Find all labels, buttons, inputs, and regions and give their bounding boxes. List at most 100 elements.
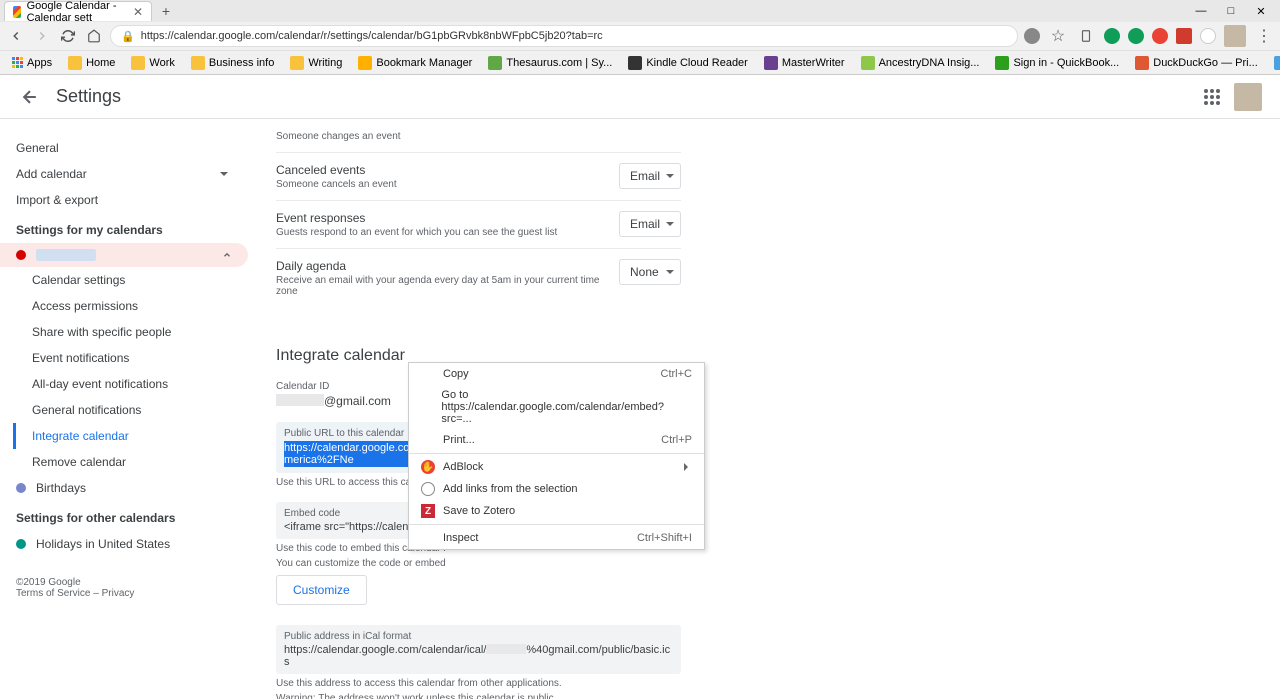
notif-sub: Receive an email with your agenda every … (276, 275, 619, 297)
reload-button[interactable] (58, 26, 78, 46)
eye-icon[interactable] (1024, 28, 1040, 44)
my-calendars-heading: Settings for my calendars (0, 213, 256, 243)
folder-icon (191, 56, 205, 70)
ctx-menu-item[interactable]: Print... Ctrl+P (409, 429, 704, 451)
bookmark-label: Thesaurus.com | Sy... (506, 57, 612, 69)
ctx-menu-item[interactable]: InspectCtrl+Shift+I (409, 527, 704, 549)
bookmark-label: Kindle Cloud Reader (646, 57, 748, 69)
calendar-color-dot (16, 250, 26, 260)
favicon-icon (13, 6, 21, 18)
holidays-calendar[interactable]: Holidays in United States (0, 531, 248, 557)
bookmark-item[interactable]: Apps (6, 55, 58, 71)
ctx-menu-item[interactable]: ZSave to Zotero (409, 500, 704, 522)
settings-back-button[interactable] (18, 85, 42, 109)
sidebar-general[interactable]: General (0, 135, 248, 161)
sidebar-sub-item[interactable]: General notifications (13, 397, 256, 423)
account-avatar[interactable] (1234, 83, 1262, 111)
browser-tab[interactable]: Google Calendar - Calendar sett ✕ (4, 1, 152, 21)
my-calendar-item[interactable] (0, 243, 248, 267)
page-icon[interactable] (1076, 26, 1096, 46)
ctx-label: Copy (443, 368, 469, 380)
bookmark-item[interactable]: Is it up? (1268, 54, 1280, 72)
star-icon[interactable]: ☆ (1048, 26, 1068, 46)
notif-select[interactable]: Email (619, 163, 681, 189)
bookmarks-bar: AppsHomeWork Business infoWritingBookmark… (0, 50, 1280, 74)
ext-icon-5[interactable] (1200, 28, 1216, 44)
notif-title: Event responses (276, 211, 619, 225)
site-icon (764, 56, 778, 70)
folder-icon (290, 56, 304, 70)
bookmark-item[interactable]: Bookmark Manager (352, 54, 478, 72)
ext-icon-2[interactable] (1128, 28, 1144, 44)
maximize-button[interactable]: □ (1216, 1, 1246, 21)
bookmark-item[interactable]: AncestryDNA Insig... (855, 54, 986, 72)
bookmark-label: MasterWriter (782, 57, 845, 69)
forward-button[interactable] (32, 26, 52, 46)
customize-button[interactable]: Customize (276, 575, 367, 605)
menu-icon[interactable]: ⋮ (1254, 26, 1274, 46)
bookmark-item[interactable]: Kindle Cloud Reader (622, 54, 754, 72)
ext-icon-1[interactable] (1104, 28, 1120, 44)
sidebar-sub-item[interactable]: Share with specific people (13, 319, 256, 345)
folder-icon (131, 56, 145, 70)
close-tab-icon[interactable]: ✕ (133, 5, 143, 19)
url-text: https://calendar.google.com/calendar/r/s… (141, 30, 603, 42)
url-field[interactable]: 🔒 https://calendar.google.com/calendar/r… (110, 25, 1018, 47)
profile-avatar[interactable] (1224, 25, 1246, 47)
ext-icon-3[interactable] (1152, 28, 1168, 44)
ctx-menu-item[interactable]: Add links from the selection (409, 478, 704, 500)
minimize-button[interactable]: — (1186, 1, 1216, 21)
ctx-label: Print... (443, 434, 475, 446)
bookmark-item[interactable]: Home (62, 54, 121, 72)
address-bar-icons: ☆ ⋮ (1024, 25, 1274, 47)
close-window-button[interactable]: ✕ (1246, 1, 1276, 21)
ctx-label: Inspect (443, 532, 478, 544)
chevron-right-icon (684, 463, 692, 471)
new-tab-button[interactable]: + (156, 2, 176, 20)
apps-launcher-icon[interactable] (1204, 89, 1220, 105)
sidebar-import-export[interactable]: Import & export (0, 187, 248, 213)
notif-select[interactable]: None (619, 259, 681, 285)
terms-link[interactable]: Terms of Service (16, 588, 90, 599)
ical-public-box[interactable]: Public address in iCal format https://ca… (276, 625, 681, 674)
ctx-shortcut: Ctrl+P (661, 434, 692, 446)
bookmark-item[interactable]: Thesaurus.com | Sy... (482, 54, 618, 72)
home-button[interactable] (84, 26, 104, 46)
bookmark-item[interactable]: Business info (185, 54, 280, 72)
window-controls: — □ ✕ (1186, 1, 1276, 21)
sidebar-sub-item[interactable]: Event notifications (13, 345, 256, 371)
ctx-menu-item[interactable]: Go to https://calendar.google.com/calend… (409, 385, 704, 429)
sidebar-sub-item[interactable]: Remove calendar (13, 449, 256, 475)
ctx-separator (409, 453, 704, 454)
back-button[interactable] (6, 26, 26, 46)
sidebar-sub-item[interactable]: Access permissions (13, 293, 256, 319)
adblock-icon: ✋ (421, 460, 435, 474)
notification-row: Daily agenda Receive an email with your a… (276, 249, 681, 307)
site-icon (995, 56, 1009, 70)
bookmark-item[interactable]: MasterWriter (758, 54, 851, 72)
ctx-label: AdBlock (443, 461, 483, 473)
notif-title: Daily agenda (276, 259, 619, 273)
bookmark-item[interactable]: Work (125, 54, 180, 72)
page-title: Settings (56, 86, 121, 107)
bookmark-label: AncestryDNA Insig... (879, 57, 980, 69)
ext-icon-4[interactable] (1176, 28, 1192, 44)
notif-select[interactable]: Email (619, 211, 681, 237)
notification-row: Event responsesGuests respond to an even… (276, 201, 681, 249)
zotero-icon: Z (421, 504, 435, 518)
sidebar-sub-item[interactable]: Calendar settings (13, 267, 256, 293)
ctx-menu-item[interactable]: ✋ AdBlock (409, 456, 704, 478)
notif-sub: Someone cancels an event (276, 179, 619, 190)
ctx-label: Go to https://calendar.google.com/calend… (441, 389, 692, 425)
site-icon (358, 56, 372, 70)
bookmark-item[interactable]: Writing (284, 54, 348, 72)
sidebar-add-calendar[interactable]: Add calendar (0, 161, 248, 187)
bookmark-item[interactable]: Sign in - QuickBook... (989, 54, 1125, 72)
sidebar-sub-item[interactable]: Integrate calendar (13, 423, 256, 449)
sidebar-sub-item[interactable]: All-day event notifications (13, 371, 256, 397)
ctx-icon (421, 433, 435, 447)
privacy-link[interactable]: Privacy (102, 588, 135, 599)
birthdays-calendar[interactable]: Birthdays (0, 475, 248, 501)
bookmark-item[interactable]: DuckDuckGo — Pri... (1129, 54, 1264, 72)
ctx-menu-item[interactable]: CopyCtrl+C (409, 363, 704, 385)
